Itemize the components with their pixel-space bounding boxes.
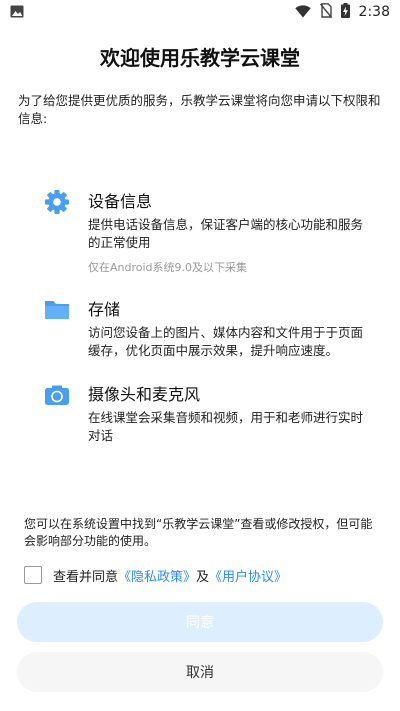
permission-desc: 在线课堂会采集音频和视频，用于和老师进行实时对话 [88, 410, 364, 443]
intro-text: 为了给您提供更优质的服务，乐教学云课堂将向您申请以下权限和信息: [18, 93, 381, 126]
no-sim-icon [319, 2, 332, 22]
status-bar: 2:38 [0, 0, 400, 24]
image-notification-icon [10, 3, 24, 22]
permission-title: 设备信息 [88, 192, 153, 211]
battery-charging-icon [340, 2, 350, 22]
user-agreement-link[interactable]: 《用户协议》 [209, 570, 287, 585]
permission-title: 存储 [88, 300, 121, 319]
folder-icon [44, 297, 70, 323]
cancel-button[interactable]: 取消 [17, 652, 383, 692]
consent-row: 查看并同意《隐私政策》及《用户协议》 [24, 564, 384, 586]
permission-note: 仅在Android系统9.0及以下采集 [88, 261, 248, 274]
settings-note: 您可以在系统设置中找到“乐教学云课堂”查看或修改授权，但可能会影响部分功能的使用… [24, 517, 373, 548]
permission-desc: 提供电话设备信息，保证客户端的核心功能和服务的正常使用 [88, 217, 364, 250]
consent-prefix: 查看并同意 [53, 569, 119, 585]
permission-desc: 访问您设备上的图片、媒体内容和文件用于于页面缓存，优化页面中展示效果，提升响应速… [88, 325, 364, 358]
consent-and: 及 [196, 569, 210, 585]
privacy-policy-link[interactable]: 《隐私政策》 [118, 570, 196, 585]
status-time: 2:38 [358, 4, 390, 20]
agree-button[interactable]: 同意 [17, 602, 383, 642]
permission-title: 摄像头和麦克风 [88, 385, 201, 404]
consent-text: 查看并同意《隐私政策》及《用户协议》 [53, 566, 287, 585]
camera-icon [44, 382, 70, 408]
wifi-icon [294, 3, 311, 22]
page-title: 欢迎使用乐教学云课堂 [100, 46, 300, 70]
gear-icon [44, 189, 70, 215]
consent-checkbox[interactable] [24, 566, 42, 584]
